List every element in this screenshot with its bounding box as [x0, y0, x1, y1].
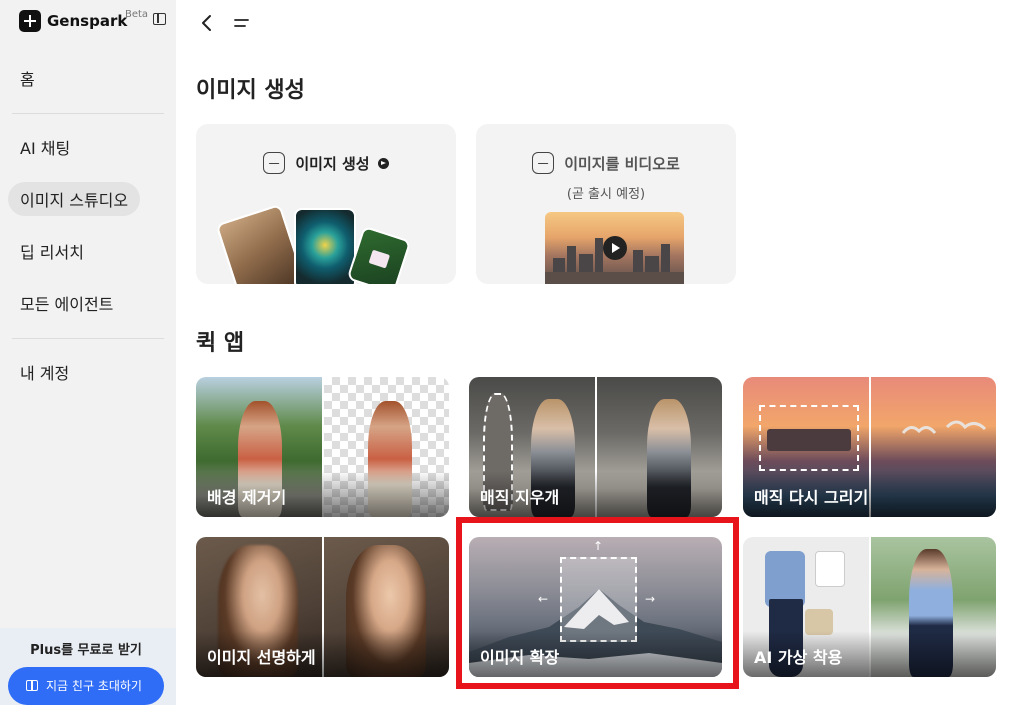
sample-photo-leaf	[346, 225, 412, 284]
sidebar: Genspark Beta 홈 AI 채팅 이미지 스튜디오 딥 리서치 모든 …	[0, 0, 176, 705]
quick-app-magic-eraser[interactable]: 매직 지우개	[469, 377, 722, 517]
brand[interactable]: Genspark	[19, 9, 127, 33]
invite-friends-button[interactable]: 지금 친구 초대하기	[8, 667, 164, 705]
seagulls-shape	[901, 420, 987, 434]
quick-app-background-remover[interactable]: 배경 제거기	[196, 377, 449, 517]
quick-app-label: 배경 제거기	[207, 488, 287, 507]
quick-app-label: AI 가상 착용	[754, 648, 843, 667]
sidebar-item-home[interactable]: 홈	[8, 61, 47, 95]
beta-badge: Beta	[125, 9, 149, 20]
sidebar-item-all-agents[interactable]: 모든 에이전트	[8, 286, 125, 320]
quick-app-ai-virtual-try-on[interactable]: AI 가상 착용	[743, 537, 996, 677]
image-gen-card[interactable]: 이미지 생성	[196, 124, 456, 284]
tshirt-shape	[815, 551, 845, 587]
sidebar-item-ai-chat[interactable]: AI 채팅	[8, 130, 82, 164]
image-to-video-card-label: 이미지를 비디오로	[564, 154, 680, 173]
sample-photo-peacock	[294, 208, 356, 284]
coming-soon-label: (곧 출시 예정)	[566, 187, 646, 202]
ship-shape	[767, 429, 851, 451]
promo-title: Plus를 무료로 받기	[30, 643, 142, 658]
quick-app-magic-redraw[interactable]: 매직 다시 그리기	[743, 377, 996, 517]
sidebar-item-my-account[interactable]: 내 계정	[8, 355, 81, 389]
quick-apps-title: 퀵 앱	[196, 331, 245, 356]
arrow-right-circle-icon	[377, 157, 389, 169]
sidebar-toggle-icon[interactable]	[153, 13, 166, 25]
quick-app-image-sharpen[interactable]: 이미지 선명하게	[196, 537, 449, 677]
sidebar-item-image-studio[interactable]: 이미지 스튜디오	[8, 182, 141, 216]
image-gen-title: 이미지 생성	[196, 78, 305, 103]
gift-icon	[26, 680, 38, 691]
sample-video-city	[545, 212, 684, 284]
quick-app-label: 매직 지우개	[480, 488, 560, 507]
image-to-video-card[interactable]: 이미지를 비디오로 (곧 출시 예정)	[476, 124, 736, 284]
sidebar-item-deep-research[interactable]: 딥 리서치	[8, 234, 96, 268]
promo-panel: Plus를 무료로 받기 지금 친구 초대하기	[0, 628, 176, 705]
app-window: Genspark Beta 홈 AI 채팅 이미지 스튜디오 딥 리서치 모든 …	[0, 0, 1013, 705]
video-sparkle-icon	[532, 152, 555, 174]
quick-app-label: 매직 다시 그리기	[754, 488, 869, 507]
quick-app-label: 이미지 선명하게	[207, 648, 316, 667]
brand-name: Genspark	[47, 12, 128, 30]
image-to-video-card-head: 이미지를 비디오로	[476, 152, 736, 174]
invite-friends-label: 지금 친구 초대하기	[46, 679, 142, 693]
image-gen-card-label: 이미지 생성	[295, 154, 370, 173]
menu-icon[interactable]	[233, 15, 251, 31]
back-icon[interactable]	[199, 14, 215, 32]
play-icon[interactable]	[603, 236, 627, 260]
highlight-box	[456, 517, 739, 689]
sidebar-divider	[12, 338, 164, 339]
image-sparkle-icon	[263, 152, 286, 174]
genspark-logo-icon	[19, 10, 41, 32]
sidebar-divider	[12, 113, 164, 114]
image-gen-card-head: 이미지 생성	[196, 152, 456, 174]
